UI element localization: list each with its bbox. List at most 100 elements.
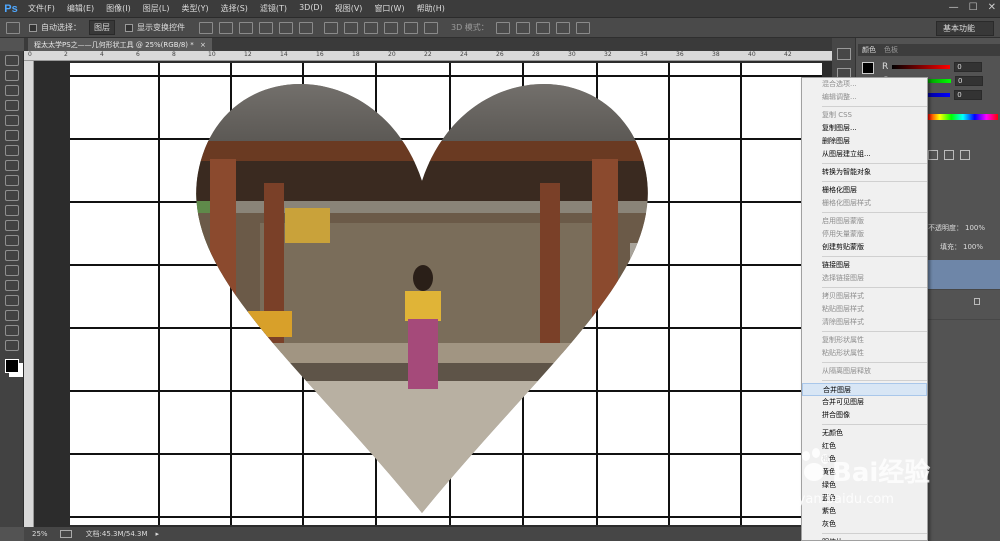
hand-tool-icon[interactable] <box>4 325 19 336</box>
menu-item[interactable]: 帮助(H) <box>411 3 451 14</box>
context-menu-item[interactable]: 删除图层 <box>802 135 927 148</box>
menu-item[interactable]: 选择(S) <box>215 3 254 14</box>
context-menu-item[interactable]: 转换为智能对象 <box>802 166 927 179</box>
align-middle-icon[interactable] <box>219 21 233 34</box>
canvas-area[interactable] <box>34 61 832 527</box>
status-arrow-icon[interactable]: ▸ <box>156 530 160 538</box>
lasso-tool-icon[interactable] <box>4 85 19 96</box>
menu-item[interactable]: 窗口(W) <box>368 3 410 14</box>
context-menu-item[interactable]: 红色 <box>802 440 927 453</box>
menu-item[interactable]: 文件(F) <box>22 3 61 14</box>
context-menu-item[interactable]: 合并可见图层 <box>802 396 927 409</box>
color-balance-icon[interactable] <box>960 150 970 160</box>
align-center-icon[interactable] <box>279 21 293 34</box>
tab-swatches[interactable]: 色板 <box>884 45 898 55</box>
healing-tool-icon[interactable] <box>4 145 19 156</box>
distribute-top-icon[interactable] <box>324 21 338 34</box>
menu-item[interactable]: 图层(L) <box>137 3 176 14</box>
menu-item[interactable]: 视图(V) <box>329 3 369 14</box>
move-tool-icon[interactable] <box>6 21 20 34</box>
document-canvas[interactable] <box>70 63 822 525</box>
context-menu-item[interactable]: 灰色 <box>802 518 927 531</box>
zoom-tool-icon[interactable] <box>4 340 19 351</box>
context-menu-item[interactable]: 创建剪贴蒙版 <box>802 241 927 254</box>
pen-tool-icon[interactable] <box>4 265 19 276</box>
distribute-right-icon[interactable] <box>424 21 438 34</box>
scale-3d-icon[interactable] <box>575 21 590 34</box>
move-tool-icon[interactable] <box>4 55 19 66</box>
foreground-background-swatch[interactable] <box>4 359 19 373</box>
distribute-left-icon[interactable] <box>384 21 398 34</box>
marquee-tool-icon[interactable] <box>4 70 19 81</box>
zoom-level[interactable]: 25% <box>32 530 48 538</box>
auto-select-dropdown[interactable]: 图层 <box>89 20 115 35</box>
context-menu-item[interactable]: 链接图层 <box>802 259 927 272</box>
path-select-tool-icon[interactable] <box>4 295 19 306</box>
crop-tool-icon[interactable] <box>4 115 19 126</box>
context-menu-item[interactable]: 无颜色 <box>802 427 927 440</box>
brush-tool-icon[interactable] <box>4 160 19 171</box>
workspace-dropdown[interactable]: 基本功能 <box>936 21 994 36</box>
shape-tool-icon[interactable] <box>4 310 19 321</box>
show-transform-checkbox[interactable] <box>125 23 133 32</box>
context-menu-item[interactable]: 拼合图像 <box>802 409 927 422</box>
share-icon[interactable] <box>59 530 72 538</box>
menu-item[interactable]: 编辑(E) <box>61 3 100 14</box>
context-menu-item[interactable]: 复制图层... <box>802 122 927 135</box>
history-panel-icon[interactable] <box>836 48 851 60</box>
context-menu-item[interactable]: 从图层建立组... <box>802 148 927 161</box>
roll-3d-icon[interactable] <box>515 21 530 34</box>
context-menu-item[interactable]: 合并图层 <box>802 383 927 396</box>
distribute-bottom-icon[interactable] <box>364 21 378 34</box>
distribute-middle-icon[interactable] <box>344 21 358 34</box>
gradient-tool-icon[interactable] <box>4 220 19 231</box>
history-brush-tool-icon[interactable] <box>4 190 19 201</box>
quick-select-tool-icon[interactable] <box>4 100 19 111</box>
close-tab-icon[interactable]: × <box>200 41 206 49</box>
context-menu-item[interactable]: 紫色 <box>802 505 927 518</box>
distribute-center-icon[interactable] <box>404 21 418 34</box>
slide-3d-icon[interactable] <box>555 21 570 34</box>
context-menu-item[interactable]: 绿色 <box>802 479 927 492</box>
channel-g-value[interactable]: 0 <box>954 76 983 86</box>
eraser-tool-icon[interactable] <box>4 205 19 216</box>
channel-b-value[interactable]: 0 <box>954 90 983 100</box>
channel-r-slider[interactable] <box>892 65 951 69</box>
options-bar: 自动选择： 图层 显示变换控件 3D 模式： 基本功能 <box>0 18 1000 38</box>
context-menu-item[interactable]: 蓝色 <box>802 492 927 505</box>
clone-stamp-tool-icon[interactable] <box>4 175 19 186</box>
color-spectrum[interactable] <box>928 114 998 120</box>
minimize-button[interactable]: — <box>949 2 959 13</box>
document-tab[interactable]: 程太太学PS之——几何形状工具 @ 25%(RGB/8) * × <box>28 38 212 51</box>
hue-saturation-icon[interactable] <box>944 150 954 160</box>
opacity-value[interactable]: 100% <box>965 224 985 232</box>
menu-item[interactable]: 滤镜(T) <box>254 3 293 14</box>
fill-value[interactable]: 100% <box>963 243 983 251</box>
context-menu-item[interactable]: 橙色 <box>802 453 927 466</box>
ruler-label: 32 <box>604 51 612 58</box>
close-window-button[interactable]: ✕ <box>988 2 996 13</box>
blur-tool-icon[interactable] <box>4 235 19 246</box>
context-menu-item[interactable]: 黄色 <box>802 466 927 479</box>
rotate-3d-icon[interactable] <box>495 21 510 34</box>
tab-color[interactable]: 颜色 <box>862 45 876 55</box>
dodge-tool-icon[interactable] <box>4 250 19 261</box>
menu-item[interactable]: 图像(I) <box>100 3 137 14</box>
align-left-icon[interactable] <box>259 21 273 34</box>
maximize-button[interactable]: ☐ <box>969 2 978 13</box>
type-tool-icon[interactable] <box>4 280 19 291</box>
context-menu-item[interactable]: 栅格化图层 <box>802 184 927 197</box>
levels-icon[interactable] <box>928 150 938 160</box>
align-top-icon[interactable] <box>199 21 213 34</box>
foreground-color-swatch[interactable] <box>862 62 874 74</box>
channel-r-value[interactable]: 0 <box>954 62 983 72</box>
align-bottom-icon[interactable] <box>239 21 253 34</box>
auto-select-checkbox[interactable] <box>29 23 37 32</box>
menu-items: 文件(F) 编辑(E) 图像(I) 图层(L) 类型(Y) 选择(S) 滤镜(T) 3D(D)… <box>22 3 451 14</box>
align-right-icon[interactable] <box>299 21 313 34</box>
eyedropper-tool-icon[interactable] <box>4 130 19 141</box>
menu-item[interactable]: 类型(Y) <box>175 3 214 14</box>
context-menu-item[interactable]: 明信片 <box>802 536 927 540</box>
drag-3d-icon[interactable] <box>535 21 550 34</box>
menu-item[interactable]: 3D(D) <box>293 3 329 14</box>
